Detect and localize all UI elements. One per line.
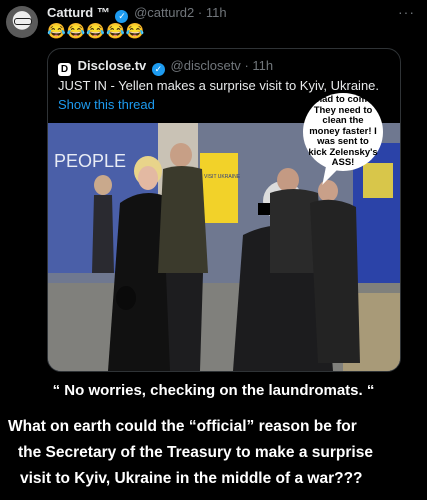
speech-bubble-text: I had to come. They need to clean the mo…	[308, 94, 378, 169]
cat-glasses-icon	[14, 18, 32, 25]
tweet-header: Catturd ™ ✓ @catturd2 · 11h	[47, 5, 227, 23]
quoted-timestamp[interactable]: 11h	[252, 58, 273, 73]
quoted-header: D Disclose.tv ✓ @disclosetv · 11h	[58, 58, 273, 76]
verified-badge-icon: ✓	[151, 63, 165, 76]
more-options-icon[interactable]: ···	[398, 4, 415, 20]
disclose-logo-icon: D	[58, 63, 71, 76]
meme-caption: “ No worries, checking on the laundromat…	[0, 378, 427, 500]
handle[interactable]: @catturd2	[134, 5, 194, 20]
timestamp[interactable]: 11h	[206, 5, 227, 20]
caption-quote: “ No worries, checking on the laundromat…	[52, 382, 375, 399]
caption-question: What on earth could the “official” reaso…	[8, 414, 427, 492]
tweet-text: 😂😂😂😂😂	[47, 23, 146, 40]
show-thread-link[interactable]: Show this thread	[58, 97, 155, 112]
caption-line: visit to Kyiv, Ukraine in the middle of …	[20, 470, 363, 487]
quoted-text: JUST IN - Yellen makes a surprise visit …	[58, 78, 380, 93]
separator: ·	[197, 5, 203, 20]
display-name[interactable]: Catturd ™	[47, 5, 110, 20]
caption-line: What on earth could the “official” reaso…	[8, 418, 357, 435]
avatar[interactable]	[6, 6, 38, 38]
quoted-handle[interactable]: @disclosetv	[171, 58, 241, 73]
sign-text-2: VISIT UKRAINE	[204, 174, 241, 180]
sign-text: PEOPLE	[54, 151, 126, 171]
separator: ·	[244, 58, 249, 73]
caption-line: the Secretary of the Treasury to make a …	[18, 444, 373, 461]
quoted-display-name[interactable]: Disclose.tv	[78, 58, 147, 73]
tweet: Catturd ™ ✓ @catturd2 · 11h ··· 😂😂😂😂😂 D …	[0, 0, 427, 378]
speech-bubble: I had to come. They need to clean the mo…	[303, 93, 383, 171]
